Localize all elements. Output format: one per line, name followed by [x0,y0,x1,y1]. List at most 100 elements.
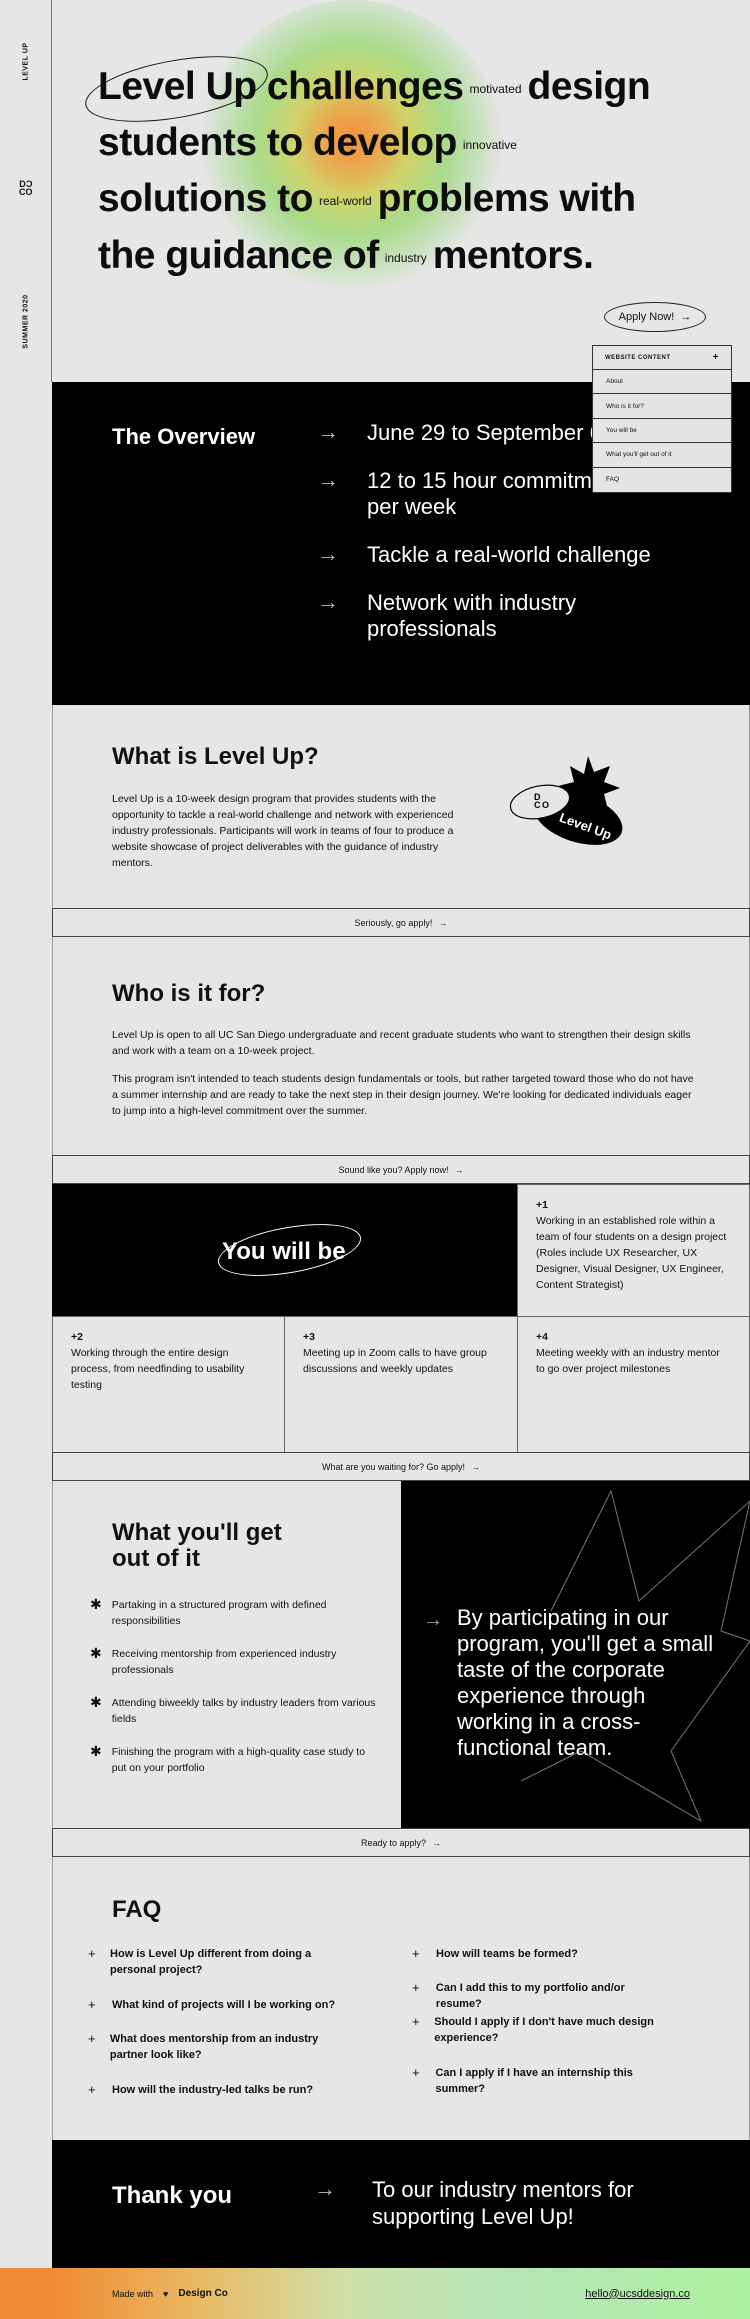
overview-item: → Network with industry professionals [317,590,627,642]
apply-now-button[interactable]: Apply Now! → [604,302,706,332]
get-title: What you'll get out of it [112,1519,282,1572]
faq-question-text: Can I add this to my portfolio and/or re… [435,1982,625,2010]
arrow-right-icon: → [423,1609,443,1631]
faq-question[interactable]: + What does mentorship from an industry … [88,2031,348,2063]
hero-small-word: industry [384,250,427,265]
plus-icon: + [88,2082,96,2097]
apply-bar-3[interactable]: What are you waiting for? Go apply! → [52,1452,750,1481]
you-will-be-item: +4 Meeting weekly with an industry mento… [517,1316,750,1453]
menu-item-about[interactable]: About [593,370,731,395]
faq-question[interactable]: + Can I add this to my portfolio and/or … [412,1980,672,2012]
hero-small-word: motivated [469,81,522,96]
item-number: +3 [303,1331,315,1343]
item-text: Meeting weekly with an industry mentor t… [536,1347,720,1375]
faq-title: FAQ [112,1896,162,1923]
overview-item-text: Tackle a real-world challenge [367,542,651,567]
plus-icon: + [412,2065,420,2080]
who-paragraph-2: This program isn't intended to teach stu… [112,1073,694,1117]
sidebar-bottom-label: SUMMER 2020 [22,294,30,349]
hero: Level Up challenges motivated design stude… [52,0,750,382]
hero-line-3: solutions to real-world problems with [98,177,636,221]
asterisk-icon: ✱ [90,1596,102,1612]
asterisk-icon: ✱ [90,1743,102,1759]
plus-icon: + [412,1980,420,1995]
get-item: ✱ Partaking in a structured program with… [90,1597,380,1629]
you-will-be-item: +2 Working through the entire design pro… [52,1316,285,1453]
you-will-be-title: You will be [222,1238,346,1265]
faq-question[interactable]: + How will the industry-led talks be run… [88,2082,348,2098]
plus-icon: + [88,2031,96,2046]
hero-text: the guidance of [98,234,379,277]
plus-icon: + [412,2014,420,2029]
arrow-right-icon: → [314,2176,336,2201]
item-text: Working through the entire design proces… [71,1347,245,1391]
get-quote-panel: → By participating in our program, you'l… [401,1481,750,1828]
faq-question[interactable]: + How will teams be formed? [412,1946,672,1962]
svg-text:C: C [534,800,541,810]
menu-item-faq[interactable]: FAQ [593,468,731,492]
who-paragraph-1: Level Up is open to all UC San Diego und… [112,1029,691,1057]
faq-question[interactable]: + How is Level Up different from doing a… [88,1946,348,1978]
menu-item-you-will-be[interactable]: You will be [593,419,731,444]
item-number: +1 [536,1199,548,1211]
apply-bar-label: Seriously, go apply! [354,917,433,928]
asterisk-icon: ✱ [90,1645,102,1661]
faq-question-text: What kind of projects will I be working … [112,1999,336,2011]
plus-icon[interactable]: + [713,352,719,363]
get-item: ✱ Attending biweekly talks by industry l… [90,1695,380,1727]
you-will-be-item: +1 Working in an established role within… [517,1184,750,1317]
arrow-right-icon: → [317,419,339,444]
whatis-title: What is Level Up? [112,743,319,770]
apply-bar-4[interactable]: Ready to apply? → [52,1828,750,1857]
arrow-right-icon: → [317,541,339,566]
faq-question-text: What does mentorship from an industry pa… [109,2033,319,2061]
faq-question-text: Can I apply if I have an internship this… [435,2067,633,2095]
item-number: +2 [71,1331,83,1343]
made-with: Made with ♥ Design Co [112,2288,228,2299]
arrow-right-icon: → [317,589,339,614]
made-with-label: Made with [112,2288,154,2299]
sidebar-top-label: LEVEL UP [22,42,30,81]
whatis-body: Level Up is a 10-week design program tha… [112,793,454,869]
who-title: Who is it for? [112,980,266,1007]
faq-question-text: How will the industry-led talks be run? [112,2084,314,2096]
hero-text: Level Up challenges [98,65,464,108]
get-item-text: Attending biweekly talks by industry lea… [111,1697,376,1725]
arrow-right-icon: → [432,1837,442,1848]
apply-bar-label: Sound like you? Apply now! [338,1164,449,1175]
menu-item-what-youll-get[interactable]: What you'll get out of it [593,443,731,468]
asterisk-icon: ✱ [90,1694,102,1710]
svg-text:O: O [542,800,549,810]
apply-now-label: Apply Now! [618,311,675,323]
apply-bar-1[interactable]: Seriously, go apply! → [52,908,750,937]
arrow-right-icon: → [317,467,339,492]
thank-you-section: Thank you → To our industry mentors for … [52,2140,750,2268]
faq-question[interactable]: + What kind of projects will I be workin… [88,1997,348,2013]
sidebar: LEVEL UP DC CO SUMMER 2020 [0,0,52,382]
you-will-be-item: +3 Meeting up in Zoom calls to have grou… [284,1316,518,1453]
hero-text: mentors. [432,234,594,277]
item-number: +4 [536,1331,548,1343]
plus-icon: + [88,1997,96,2012]
footer-email-link[interactable]: hello@ucsddesign.co [585,2288,690,2300]
faq-question[interactable]: + Can I apply if I have an internship th… [412,2065,672,2097]
apply-bar-label: What are you waiting for? Go apply! [321,1461,466,1472]
get-item-text: Finishing the program with a high-qualit… [111,1746,366,1774]
footer-brand[interactable]: Design Co [178,2288,227,2299]
menu-header[interactable]: WEBSITE CONTENT + [593,346,731,370]
overview-title: The Overview [112,424,256,449]
website-content-menu[interactable]: WEBSITE CONTENT + About Who is it for? Y… [592,345,732,493]
faq-question-text: Should I apply if I don't have much desi… [434,2016,654,2044]
hero-text: design [527,65,651,108]
hero-text: students to develop [98,121,457,164]
thank-you-message: To our industry mentors for supporting L… [372,2177,634,2229]
get-item-text: Partaking in a structured program with d… [111,1599,327,1627]
apply-bar-2[interactable]: Sound like you? Apply now! → [52,1155,750,1184]
hero-line-4: the guidance of industry mentors. [98,234,594,278]
menu-item-who[interactable]: Who is it for? [593,394,731,419]
faq-question[interactable]: + Should I apply if I don't have much de… [412,2014,672,2046]
design-co-logo[interactable]: DC CO [19,179,33,197]
hero-line-2: students to develop innovative [98,121,523,165]
get-item-text: Receiving mentorship from experienced in… [111,1648,337,1676]
footer: Made with ♥ Design Co hello@ucsddesign.c… [52,2268,750,2319]
